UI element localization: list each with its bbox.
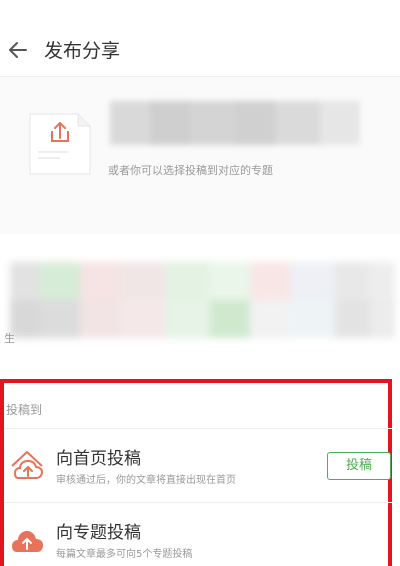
submit-homepage-description: 审核通过后，你的文章将直接出现在首页 [56, 475, 236, 486]
submit-homepage-button[interactable]: 投稿 [327, 452, 391, 480]
upload-document-icon[interactable] [28, 111, 92, 177]
divider [4, 502, 392, 503]
cloud-upload-outline-icon [8, 448, 46, 482]
text-fragment: 生 [4, 332, 15, 345]
page-title: 发布分享 [44, 40, 121, 62]
cloud-upload-filled-icon [8, 524, 46, 558]
submit-topic-title[interactable]: 向专题投稿 [56, 522, 141, 544]
blurred-content [110, 101, 360, 145]
topic-hint-text: 或者你可以选择投稿到对应的专题 [108, 164, 273, 177]
submit-homepage-title: 向首页投稿 [56, 449, 141, 469]
back-button[interactable] [6, 38, 30, 62]
blurred-content [10, 262, 395, 338]
arrow-left-icon [9, 42, 27, 58]
submit-topic-description: 每篇文章最多可向5个专题投稿 [56, 549, 193, 560]
section-label: 投稿到 [6, 403, 43, 417]
divider [4, 428, 392, 429]
